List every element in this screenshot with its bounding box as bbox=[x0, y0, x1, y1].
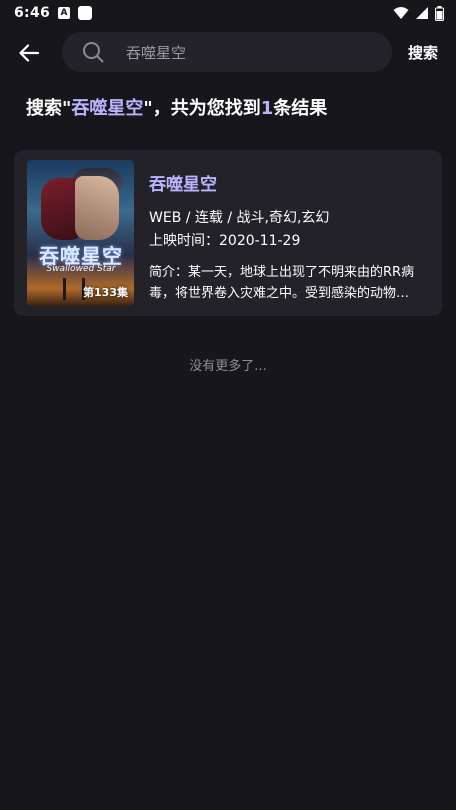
search-header: 搜索 bbox=[0, 30, 456, 76]
summary-count: 1 bbox=[260, 98, 274, 119]
search-icon bbox=[82, 41, 104, 63]
status-left: 6:46 A bbox=[14, 5, 93, 21]
summary-suffix: 条结果 bbox=[273, 98, 328, 119]
poster-figures bbox=[63, 278, 85, 300]
episode-badge: 第133集 bbox=[83, 286, 128, 299]
result-release-date: 上映时间：2020-11-29 bbox=[149, 233, 301, 249]
search-input[interactable] bbox=[126, 43, 392, 61]
result-title[interactable]: 吞噬星空 bbox=[149, 170, 217, 195]
square-icon bbox=[78, 6, 93, 20]
summary-prefix: 搜索" bbox=[26, 98, 72, 119]
result-card[interactable]: 吞噬星空 Swallowed Star 第133集 吞噬星空 WEB / 连载 … bbox=[14, 150, 442, 316]
summary-middle: "，共为您找到 bbox=[143, 98, 261, 119]
status-right bbox=[393, 5, 444, 21]
search-button[interactable]: 搜索 bbox=[408, 42, 438, 63]
cellular-icon bbox=[416, 7, 428, 19]
search-result-screen: 6:46 A 吞噬星空 搜索 搜索"吞噬星空"，共为您找到1条结果 吞噬星空 S… bbox=[0, 0, 456, 810]
result-summary: 搜索"吞噬星空"，共为您找到1条结果 bbox=[26, 94, 327, 120]
wifi-icon bbox=[393, 7, 409, 19]
a-icon: A bbox=[58, 7, 71, 19]
back-button[interactable] bbox=[12, 36, 46, 70]
battery-icon bbox=[435, 5, 444, 21]
status-bar: 6:46 A bbox=[0, 0, 456, 26]
arrow-left-icon bbox=[19, 44, 39, 62]
result-meta: WEB / 连载 / 战斗,奇幻,玄幻 bbox=[149, 210, 330, 226]
poster-subtitle: Swallowed Star bbox=[46, 264, 116, 274]
no-more-text: 没有更多了... bbox=[189, 359, 267, 374]
search-box[interactable] bbox=[62, 32, 392, 72]
summary-keyword: 吞噬星空 bbox=[71, 98, 144, 119]
poster-image: 吞噬星空 Swallowed Star 第133集 bbox=[27, 160, 134, 306]
poster-face bbox=[75, 176, 119, 240]
status-time: 6:46 bbox=[14, 5, 51, 21]
result-description: 简介：某一天，地球上出现了不明来由的RR病毒，将世界卷入灾难之中。受到感染的动物… bbox=[149, 265, 415, 301]
